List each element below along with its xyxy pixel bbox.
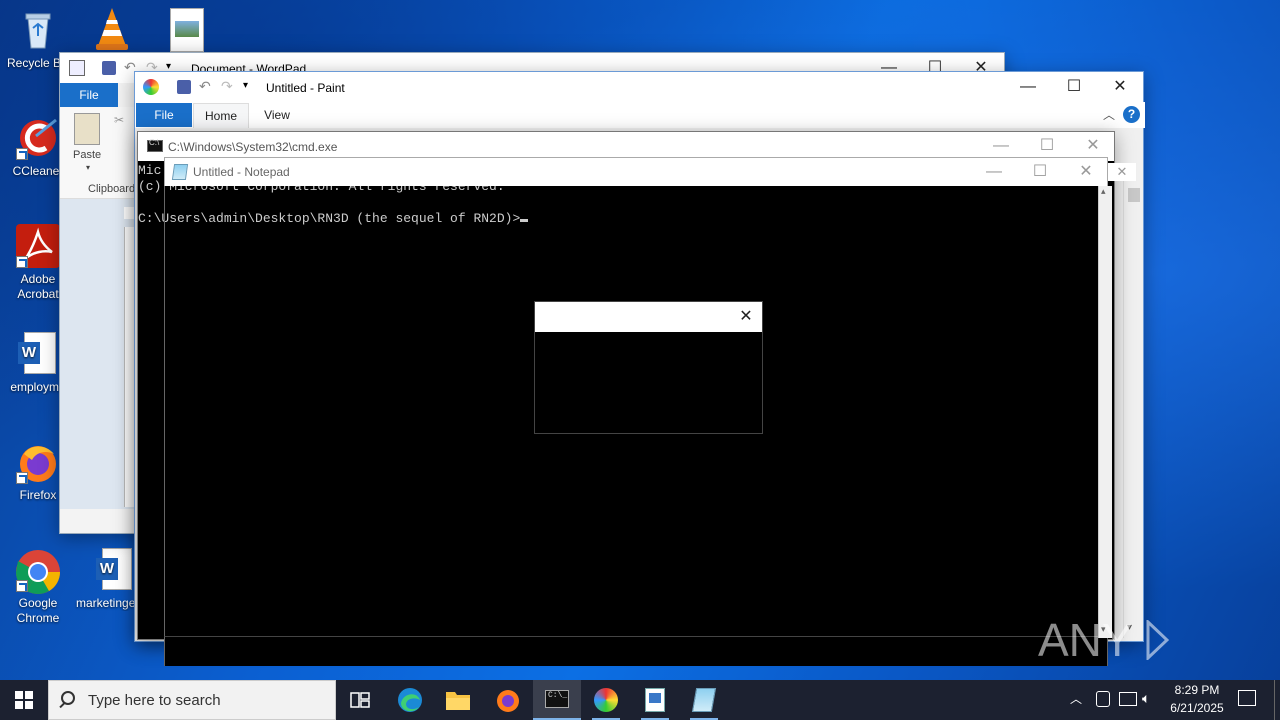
paint-vertical-scrollbar[interactable]: ▾ <box>1123 168 1143 638</box>
desktop-icon-label: Google Chrome <box>16 596 60 625</box>
taskbar-edge[interactable] <box>386 680 434 720</box>
taskbar-cmd[interactable]: C:\_ <box>533 680 581 720</box>
notepad-close-button[interactable]: ✕ <box>1063 158 1109 186</box>
console-line-header: Mic <box>138 163 162 178</box>
console-prompt: C:\Users\admin\Desktop\RN3D (the sequel … <box>138 211 521 226</box>
image-file-icon[interactable] <box>170 8 204 52</box>
paint-maximize-button[interactable]: ☐ <box>1051 72 1097 102</box>
shortcut-arrow-icon <box>16 580 28 592</box>
anyrun-watermark: ANY RUN <box>1038 612 1238 720</box>
chrome-icon <box>16 548 60 594</box>
wordpad-app-icon <box>69 60 85 76</box>
paint-file-tab[interactable]: File <box>136 103 192 127</box>
save-icon[interactable] <box>177 80 191 94</box>
paint-titlebar[interactable]: ↶ ↷ ▾ Untitled - Paint — ☐ ✕ <box>135 72 1143 102</box>
paint-minimize-button[interactable]: — <box>1005 72 1051 102</box>
taskbar-search-box[interactable]: Type here to search <box>48 680 336 720</box>
background-window-close-icon[interactable]: ✕ <box>1108 163 1136 181</box>
blank-dialog[interactable]: ✕ <box>534 301 763 434</box>
scroll-up-arrow-icon[interactable]: ▴ <box>1101 186 1106 197</box>
network-icon[interactable] <box>1119 692 1137 706</box>
console-cursor <box>520 219 529 222</box>
dialog-titlebar[interactable]: ✕ <box>535 302 762 332</box>
task-view-button[interactable] <box>336 680 384 720</box>
undo-icon[interactable]: ↶ <box>199 78 211 95</box>
console-prompt-line[interactable]: C:\Users\admin\Desktop\RN3D (the sequel … <box>138 211 529 227</box>
task-view-icon <box>350 692 370 708</box>
save-icon[interactable] <box>102 61 116 75</box>
notepad-icon <box>691 688 717 712</box>
dialog-close-button[interactable]: ✕ <box>731 306 761 328</box>
search-placeholder: Type here to search <box>88 692 221 709</box>
notepad-maximize-button[interactable]: ☐ <box>1017 158 1063 186</box>
paint-close-button[interactable]: ✕ <box>1097 72 1143 102</box>
word-document-icon: W <box>88 548 132 592</box>
clock-date[interactable]: 6/21/2025 <box>1160 701 1234 715</box>
cut-icon[interactable]: ✂ <box>114 113 124 127</box>
notepad-titlebar[interactable]: Untitled - Notepad — ☐ ✕ <box>164 157 1108 186</box>
volume-icon[interactable]: 🔈︎ <box>1142 690 1150 707</box>
notepad-bottom-area <box>164 636 1108 666</box>
paste-label[interactable]: Paste <box>73 149 101 161</box>
ribbon-collapse-icon[interactable]: ︿ <box>1103 106 1115 123</box>
wordpad-left-margin <box>60 199 136 509</box>
start-button[interactable] <box>0 680 48 720</box>
shortcut-arrow-icon <box>16 256 28 268</box>
paint-icon <box>594 688 618 712</box>
paint-home-tab[interactable]: Home <box>193 103 249 128</box>
ccleaner-icon <box>16 116 60 160</box>
folder-icon <box>446 692 470 710</box>
watermark-any: ANY <box>1038 614 1132 666</box>
recycle-bin-icon <box>16 8 60 52</box>
taskbar-wordpad[interactable] <box>631 680 679 720</box>
clock-time[interactable]: 8:29 PM <box>1160 683 1234 697</box>
vlc-icon[interactable] <box>90 6 134 52</box>
shortcut-arrow-icon <box>16 148 28 160</box>
cmd-minimize-button[interactable]: — <box>978 132 1024 160</box>
cmd-icon: C:\_ <box>545 690 569 708</box>
notepad-vertical-scrollbar[interactable]: ▴ ▾ <box>1098 186 1112 638</box>
notepad-left-edge <box>164 186 165 666</box>
paint-tab-strip: File Home View ︿ ? <box>135 102 1145 128</box>
notepad-minimize-button[interactable]: — <box>971 158 1017 186</box>
taskbar-paint[interactable] <box>582 680 630 720</box>
paint-app-icon <box>143 79 159 95</box>
tray-device-icon[interactable] <box>1096 691 1110 707</box>
cmd-title: C:\Windows\System32\cmd.exe <box>168 140 338 154</box>
cmd-maximize-button[interactable]: ☐ <box>1024 132 1070 160</box>
firefox-icon <box>16 440 60 484</box>
cmd-app-icon: C:\ <box>147 138 163 152</box>
taskbar-firefox[interactable] <box>484 680 532 720</box>
clipboard-group-label: Clipboard <box>88 183 136 195</box>
watermark-play-icon <box>1145 616 1169 662</box>
redo-icon[interactable]: ↷ <box>221 78 233 95</box>
windows-logo-icon <box>15 691 33 709</box>
notepad-title: Untitled - Notepad <box>193 165 290 179</box>
paste-icon[interactable] <box>74 113 100 145</box>
tray-overflow-icon[interactable]: ︿ <box>1070 690 1082 707</box>
word-document-icon: W <box>16 332 60 376</box>
wordpad-icon <box>645 688 665 712</box>
help-icon[interactable]: ? <box>1123 106 1140 123</box>
show-desktop-button[interactable] <box>1274 680 1275 720</box>
adobe-acrobat-icon <box>16 224 60 268</box>
notepad-app-icon <box>171 164 189 180</box>
quick-access-dropdown-icon[interactable]: ▾ <box>243 80 248 91</box>
taskbar-notepad[interactable] <box>680 680 728 720</box>
firefox-icon <box>497 690 519 712</box>
edge-icon <box>398 688 422 712</box>
desktop-icon-google-chrome[interactable]: Google Chrome <box>0 548 76 626</box>
paint-view-tab[interactable]: View <box>255 103 299 127</box>
paste-dropdown-icon[interactable]: ▾ <box>86 163 90 172</box>
cmd-close-button[interactable]: ✕ <box>1070 132 1116 160</box>
scrollbar-thumb[interactable] <box>1128 188 1140 202</box>
shortcut-arrow-icon <box>16 472 28 484</box>
paint-title: Untitled - Paint <box>266 81 345 95</box>
taskbar-file-explorer[interactable] <box>434 680 482 720</box>
search-icon-handle <box>59 701 66 709</box>
desktop-icon-label: Adobe Acrobat <box>17 272 59 301</box>
notifications-icon[interactable] <box>1238 690 1256 706</box>
wordpad-file-tab[interactable]: File <box>60 83 118 107</box>
